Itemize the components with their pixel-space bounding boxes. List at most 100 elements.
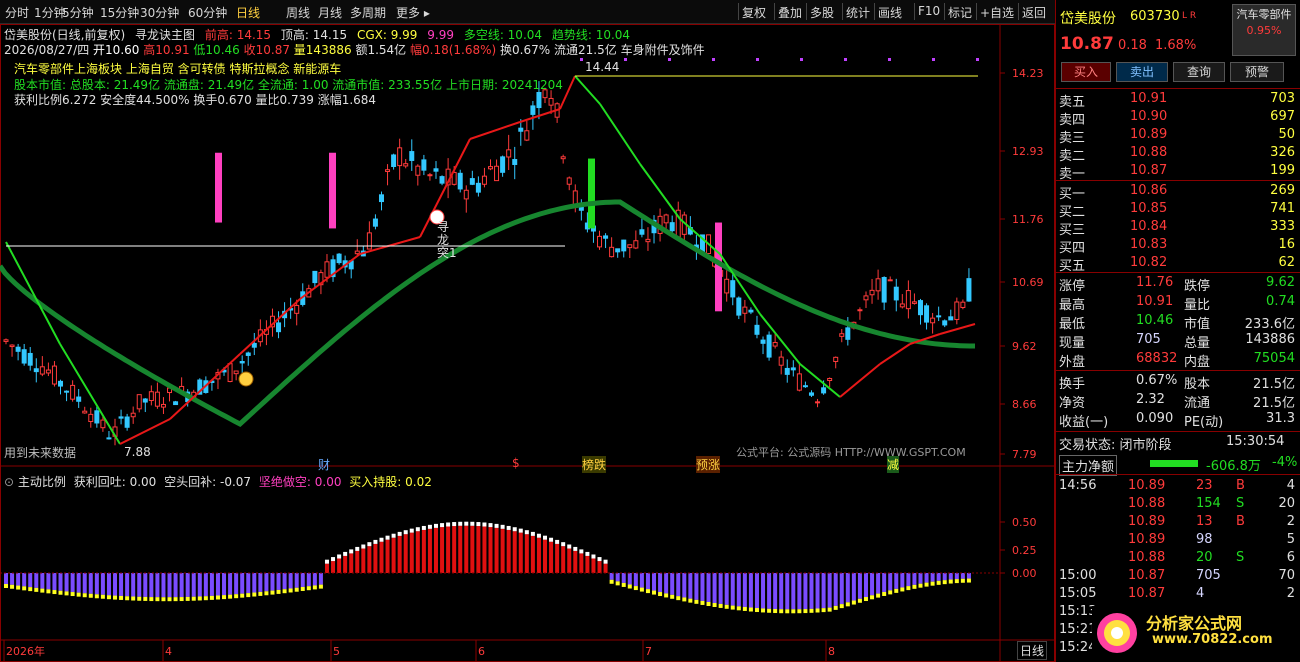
sub-bar-cap — [440, 523, 445, 528]
toolbar-item-8[interactable]: 返回 — [1022, 4, 1046, 21]
sub-bar-cap — [876, 593, 881, 598]
sub-bar-positive — [421, 529, 426, 573]
sell-button[interactable]: 卖出 — [1116, 62, 1168, 82]
period-tab-7[interactable]: 周线 — [286, 4, 310, 21]
sub-bar-cap — [512, 527, 517, 532]
event-marker-rank[interactable]: 榜跌 — [582, 456, 607, 473]
event-marker-forecast[interactable]: 预涨 — [696, 456, 721, 473]
candle-body — [21, 349, 27, 364]
toolbar-item-7[interactable]: +自选 — [980, 4, 1014, 21]
candle-body — [118, 416, 124, 419]
toolbar-item-0[interactable]: 复权 — [742, 4, 766, 21]
logo-url: www.70822.com — [1152, 632, 1273, 647]
sub-bar-positive — [343, 555, 348, 573]
period-tab-10[interactable]: 更多 ▸ — [396, 4, 430, 21]
toolbar-item-2[interactable]: 多股 — [810, 4, 834, 21]
tick-row: 10.89 13 B 2 — [1128, 514, 1295, 529]
sub-bar-positive — [597, 561, 602, 573]
sub-bar-negative — [918, 573, 923, 584]
sub-bar-cap — [906, 586, 911, 591]
candle-body — [748, 309, 754, 313]
candle-body — [911, 301, 917, 304]
candle-body — [766, 334, 772, 358]
sub-bar-positive — [440, 527, 445, 573]
sub-bar-negative — [76, 573, 81, 593]
query-button[interactable]: 查询 — [1173, 62, 1225, 82]
sub-bar-cap — [70, 592, 75, 597]
sub-indicator-header: ⊙ 主动比例 获利回吐: 0.00 空头回补: -0.07 坚绝做空: 0.00… — [4, 473, 432, 490]
candle-body — [736, 297, 742, 316]
sub-bar-negative — [191, 573, 196, 597]
sub-bar-cap — [754, 608, 759, 613]
sub-bar-negative — [748, 573, 753, 608]
sub-bar-cap — [912, 584, 917, 589]
toolbar-item-1[interactable]: 叠加 — [778, 4, 802, 21]
sub-bar-cap — [718, 603, 723, 608]
chart-area[interactable]: 14.23 12.93 11.76 10.69 9.62 8.66 7.79 0.50 0.25… — [0, 24, 1055, 662]
sub-bar-cap — [88, 593, 93, 598]
sub-bar-positive — [361, 548, 366, 573]
period-tab-1[interactable]: 1分钟 — [34, 4, 66, 21]
sub-bar-cap — [270, 590, 275, 595]
tick-row: 14:56 10.89 23 B 4 — [1059, 478, 1295, 493]
period-tab-6[interactable]: 日线 — [236, 4, 260, 21]
sub-y-axis-label: 0.50 — [1012, 516, 1037, 529]
sub-bar-cap — [300, 586, 305, 591]
period-tab-5[interactable]: 60分钟 — [188, 4, 227, 21]
sub-bar-cap — [106, 595, 111, 600]
sub-bar-cap — [209, 595, 214, 600]
signal-dot — [932, 58, 935, 61]
tick-row: 15:00 10.87 705 70 — [1059, 568, 1295, 583]
sub-bar-negative — [676, 573, 681, 597]
sub-bar-negative — [682, 573, 687, 598]
sub-bar-negative — [621, 573, 626, 583]
candle-body — [627, 244, 633, 249]
candle-body — [276, 322, 282, 333]
divider — [1056, 370, 1300, 371]
sub-bar-cap — [845, 602, 850, 607]
sub-bar-cap — [155, 597, 160, 602]
toolbar-item-5[interactable]: F10 — [918, 4, 940, 18]
sector-box[interactable]: 汽车零部件 0.95% — [1232, 4, 1296, 56]
period-tab-4[interactable]: 30分钟 — [140, 4, 179, 21]
candle-body — [70, 384, 76, 400]
event-marker-finance[interactable]: 财 — [318, 456, 330, 473]
ask-row: 卖五 10.91 703 — [1059, 91, 1295, 110]
toolbar-item-3[interactable]: 统计 — [846, 4, 870, 21]
toolbar-item-6[interactable]: 标记 — [948, 4, 972, 21]
sub-bar-negative — [827, 573, 832, 608]
period-tab-8[interactable]: 月线 — [318, 4, 342, 21]
period-tab-0[interactable]: 分时 — [5, 4, 29, 21]
sub-bar-cap — [724, 604, 729, 609]
candle-body — [39, 366, 45, 375]
sub-bar-cap — [234, 594, 239, 599]
sub-bar-cap — [676, 596, 681, 601]
sub-bar-negative — [264, 573, 269, 592]
sub-bar-cap — [833, 605, 838, 610]
candle-body — [3, 339, 9, 342]
toolbar-item-4[interactable]: 画线 — [878, 4, 902, 21]
sub-bar-cap — [228, 594, 233, 599]
period-tab-daily[interactable]: 日线 — [1017, 641, 1048, 660]
sub-bar-cap — [664, 593, 669, 598]
x-axis-label: 6 — [478, 645, 485, 658]
sub-bar-positive — [506, 529, 511, 573]
kline-chart-svg[interactable]: 14.23 12.93 11.76 10.69 9.62 8.66 7.79 0.50 0.25… — [0, 24, 1055, 662]
period-tab-9[interactable]: 多周期 — [350, 4, 386, 21]
event-marker-dollar[interactable]: $ — [512, 456, 520, 470]
candle-body — [536, 92, 542, 109]
sub-bar-positive — [458, 525, 463, 573]
event-marker-reduce[interactable]: 减 — [887, 456, 900, 473]
candle-body — [960, 301, 966, 308]
sub-bar-cap — [28, 587, 33, 592]
period-tab-3[interactable]: 15分钟 — [100, 4, 139, 21]
y-axis-label: 8.66 — [1012, 398, 1037, 411]
sub-bar-cap — [603, 559, 608, 564]
period-tab-2[interactable]: 5分钟 — [62, 4, 94, 21]
sub-bar-negative — [149, 573, 154, 598]
buy-button[interactable]: 买入 — [1061, 62, 1111, 82]
sub-bar-cap — [966, 578, 971, 583]
sub-bar-negative — [809, 573, 814, 609]
alert-button[interactable]: 预警 — [1230, 62, 1284, 82]
candle-body — [893, 286, 899, 301]
